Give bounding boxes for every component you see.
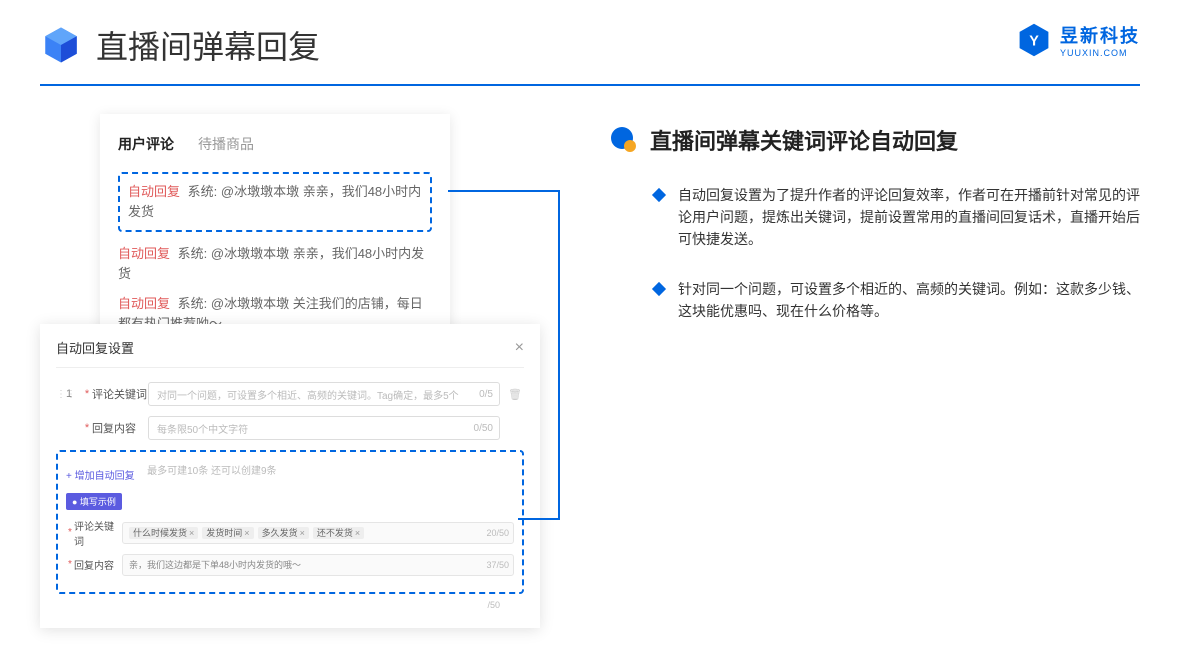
content-input[interactable]: 每条限50个中文字符 0/50 (148, 416, 500, 440)
drag-handle-icon[interactable]: ⋮⋮ (56, 389, 66, 400)
bullet-text: 针对同一个问题，可设置多个相近的、高频的关键词。例如：这款多少钱、这块能优惠吗、… (678, 278, 1140, 322)
content-label: 回复内容 (92, 420, 148, 436)
remaining-count: 最多可建10条 还可以创建9条 (147, 462, 276, 477)
bullet-icon (652, 188, 666, 202)
example-keyword-input: 什么时候发货×发货时间×多久发货×还不发货× 20/50 (122, 522, 514, 544)
section-icon (610, 126, 638, 154)
example-section: + 增加自动回复 最多可建10条 还可以创建9条 ● 填写示例 * 评论关键词 … (56, 450, 524, 594)
keyword-tag: 什么时候发货× (129, 527, 198, 539)
add-auto-reply-button[interactable]: + 增加自动回复 (66, 467, 135, 482)
auto-reply-label: 自动回复 (128, 184, 180, 199)
tab-pending-products[interactable]: 待播商品 (198, 134, 254, 154)
auto-reply-settings-panel: 自动回复设置 × ⋮⋮ 1 * 评论关键词 对同一个问题，可设置多个相近、高频的… (40, 324, 540, 628)
connector-line (518, 518, 560, 520)
close-icon[interactable]: × (515, 339, 524, 357)
settings-title: 自动回复设置 (56, 338, 134, 357)
brand-logo: Y 昱新科技 YUUXIN.COM (1016, 22, 1140, 58)
section-title: 直播间弹幕关键词评论自动回复 (650, 124, 958, 156)
example-content-input: 亲，我们这边都是下单48小时内发货的哦～ 37/50 (122, 554, 514, 576)
gray-count: /50 (56, 600, 524, 610)
comment-line: 自动回复 系统: @冰墩墩本墩 亲亲，我们48小时内发货 (118, 244, 432, 284)
required-dot: * (82, 388, 92, 400)
char-count: 0/50 (474, 423, 493, 434)
example-keyword-label: 评论关键词 (74, 518, 122, 548)
keyword-input[interactable]: 对同一个问题，可设置多个相近、高频的关键词。Tag确定，最多5个 0/5 (148, 382, 500, 406)
row-number: 1 (66, 388, 82, 400)
logo-subtext: YUUXIN.COM (1060, 48, 1140, 58)
delete-icon[interactable]: 🗑 (506, 388, 524, 401)
keyword-label: 评论关键词 (92, 386, 148, 402)
tab-user-comments[interactable]: 用户评论 (118, 134, 174, 154)
keyword-tag: 多久发货× (258, 527, 309, 539)
bullet-text: 自动回复设置为了提升作者的评论回复效率，作者可在开播前针对常见的评论用户问题，提… (678, 184, 1140, 250)
bullet-icon (652, 282, 666, 296)
example-badge: ● 填写示例 (66, 493, 122, 510)
svg-text:Y: Y (1029, 33, 1039, 49)
logo-text: 昱新科技 (1060, 22, 1140, 48)
page-title: 直播间弹幕回复 (96, 22, 320, 68)
connector-line (558, 190, 560, 520)
example-content-label: 回复内容 (74, 557, 122, 572)
logo-icon: Y (1016, 22, 1052, 58)
cube-icon (40, 24, 82, 66)
keyword-tag: 发货时间× (202, 527, 253, 539)
system-label: 系统: (188, 184, 218, 199)
keyword-tag: 还不发货× (313, 527, 364, 539)
highlighted-comment: 自动回复 系统: @冰墩墩本墩 亲亲，我们48小时内发货 (118, 172, 432, 232)
char-count: 0/5 (479, 389, 493, 400)
connector-line (448, 190, 560, 192)
